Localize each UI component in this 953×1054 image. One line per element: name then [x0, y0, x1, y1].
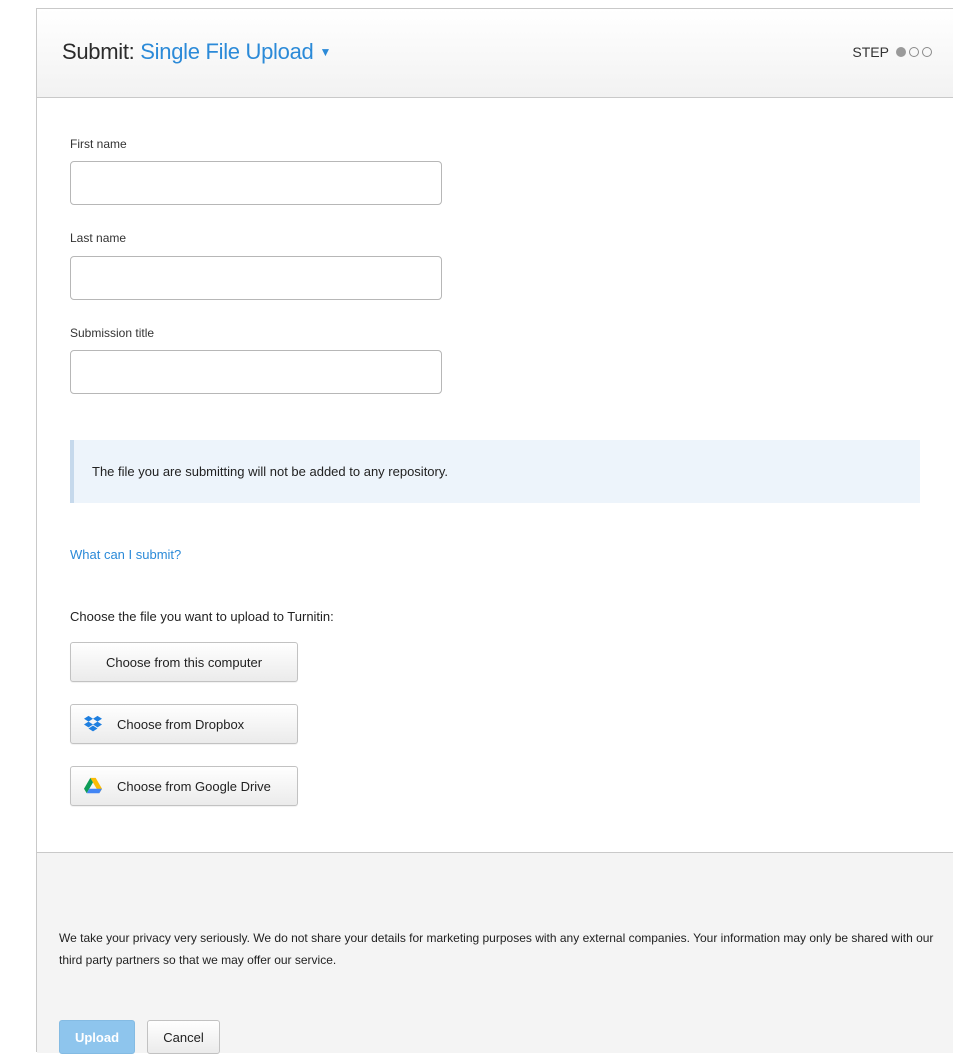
- step-label: STEP: [852, 44, 889, 60]
- step-dot-3: [922, 47, 932, 57]
- step-dot-1: [896, 47, 906, 57]
- choose-from-google-drive-label: Choose from Google Drive: [117, 778, 271, 794]
- step-dot-2: [909, 47, 919, 57]
- choose-from-google-drive-button[interactable]: Choose from Google Drive: [70, 766, 298, 806]
- submission-title-field[interactable]: [70, 350, 442, 394]
- privacy-notice: We take your privacy very seriously. We …: [59, 931, 934, 967]
- dialog-header: Submit: Single File Upload ▼ STEP: [37, 9, 953, 98]
- repository-notice: The file you are submitting will not be …: [70, 440, 920, 503]
- submission-title-label: Submission title: [70, 326, 155, 340]
- first-name-field[interactable]: [70, 161, 442, 205]
- choose-from-computer-label: Choose from this computer: [105, 654, 263, 670]
- what-can-i-submit-link[interactable]: What can I submit?: [70, 547, 181, 562]
- choose-from-computer-button[interactable]: Choose from this computer: [70, 642, 298, 682]
- repository-notice-text: The file you are submitting will not be …: [92, 464, 449, 479]
- last-name-field[interactable]: [70, 256, 442, 300]
- dropbox-icon: [84, 715, 102, 732]
- first-name-label: First name: [70, 137, 127, 151]
- title-prefix: Submit:: [62, 39, 141, 64]
- caret-down-icon[interactable]: ▼: [319, 45, 331, 59]
- submission-type-dropdown[interactable]: Single File Upload: [140, 39, 313, 64]
- cancel-button[interactable]: Cancel: [147, 1020, 220, 1054]
- choose-from-dropbox-button[interactable]: Choose from Dropbox: [70, 704, 298, 744]
- step-indicator: STEP: [852, 44, 932, 60]
- last-name-label: Last name: [70, 231, 127, 245]
- google-drive-icon: [84, 777, 102, 794]
- upload-button[interactable]: Upload: [59, 1020, 135, 1054]
- page-title: Submit: Single File Upload ▼: [62, 39, 331, 65]
- choose-file-label: Choose the file you want to upload to Tu…: [70, 609, 334, 624]
- dialog-footer: We take your privacy very seriously. We …: [37, 852, 953, 1054]
- submission-dialog: Submit: Single File Upload ▼ STEP First n…: [36, 8, 953, 1054]
- choose-from-dropbox-label: Choose from Dropbox: [117, 716, 245, 732]
